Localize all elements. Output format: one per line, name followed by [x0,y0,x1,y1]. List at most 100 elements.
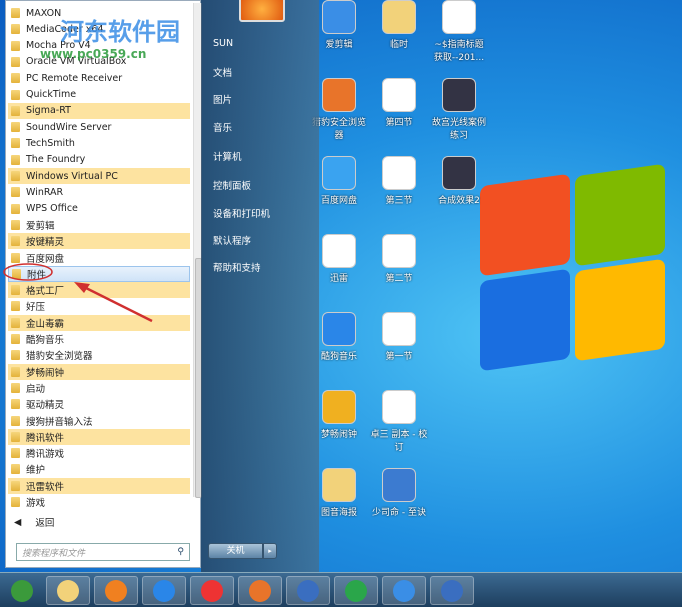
media-player-icon [105,579,127,602]
program-folder[interactable]: 腾讯软件 [8,428,190,445]
chrome-taskbar-button[interactable] [190,576,234,605]
watermark-name: 河东软件园 [60,18,180,46]
start-menu-link[interactable]: SUN [213,38,233,49]
program-folder[interactable]: 搜狗拼音输入法 [8,413,190,429]
start-menu-link[interactable]: 控制面板 [213,178,251,192]
program-folder[interactable]: 启动 [8,380,190,396]
program-folder[interactable]: The Foundry [8,152,190,168]
desktop-icon[interactable]: ~$指南标题获取--201... [430,0,488,63]
app-icon [322,0,356,34]
app-icon [382,234,416,268]
desktop-icon[interactable]: 合成效果2 [430,156,488,206]
wps-icon [441,579,463,602]
search-input[interactable]: 搜索程序和文件 ⚲ [16,543,190,561]
program-folder[interactable]: 爱剪辑 [8,217,190,233]
desktop-icon[interactable]: 第二节 [370,234,428,284]
search-icon: ⚲ [177,547,184,557]
app-icon [382,390,416,424]
folder-icon [11,187,20,198]
app-icon [442,156,476,190]
liebao-taskbar-button[interactable] [238,576,282,605]
app-icon [322,312,356,346]
shutdown-button[interactable]: 关机 [208,543,263,559]
folder-icon [11,203,20,214]
program-folder[interactable]: SoundWire Server [8,119,190,135]
kugou-taskbar-button[interactable] [142,576,186,605]
app-icon [382,156,416,190]
program-folder[interactable]: 按键精灵 [8,233,190,250]
desktop-icon[interactable]: 第一节 [370,312,428,362]
watermark-url: www.pc0359.cn [40,47,147,61]
folder-icon [11,122,20,133]
media-player-taskbar-button[interactable] [94,576,138,605]
program-folder[interactable]: 游戏 [8,494,190,510]
app-icon [382,468,416,502]
folder-icon [11,138,20,149]
start-menu-link[interactable]: 帮助和支持 [213,260,261,274]
app-icon [322,156,356,190]
desktop-icon[interactable]: 第四节 [370,78,428,128]
app-icon [442,0,476,34]
explorer-taskbar-button[interactable] [46,576,90,605]
aijianji-taskbar-button[interactable] [382,576,426,605]
start-menu-link[interactable]: 计算机 [213,149,242,163]
program-folder[interactable]: 腾讯游戏 [8,445,190,461]
app-icon [382,78,416,112]
folder-icon [11,350,20,361]
shutdown-options-arrow[interactable]: ▸ [263,543,277,559]
app-icon [322,390,356,424]
start-menu-link[interactable]: 图片 [213,92,232,106]
user-picture[interactable] [239,0,285,22]
wps-sheet-taskbar-button[interactable] [334,576,378,605]
program-folder[interactable]: TechSmith [8,135,190,151]
back-button[interactable]: ◀ 返回 [8,514,190,530]
app-icon [322,234,356,268]
program-folder[interactable]: 迅雷软件 [8,477,190,494]
program-folder[interactable]: WPS Office [8,201,190,217]
wps-taskbar-button[interactable] [430,576,474,605]
wps-writer-taskbar-button[interactable] [286,576,330,605]
desktop-icon[interactable]: 第三节 [370,156,428,206]
program-folder[interactable]: Sigma-RT [8,102,190,119]
folder-icon [11,464,20,475]
program-folder[interactable]: 维护 [8,461,190,477]
start-menu-link[interactable]: 音乐 [213,120,232,134]
start-menu-link[interactable]: 文档 [213,65,232,79]
program-folder[interactable]: QuickTime [8,87,190,103]
liebao-icon [249,579,271,602]
program-folder[interactable]: 梦畅闹钟 [8,363,190,380]
folder-icon [11,105,20,116]
chrome-icon [201,579,223,602]
program-folder[interactable]: PC Remote Receiver [8,70,190,86]
folder-icon [11,73,20,84]
kugou-icon [153,579,175,602]
windows-logo [470,163,665,372]
explorer-icon [57,579,79,602]
app-icon [322,78,356,112]
program-folder[interactable]: WinRAR [8,184,190,200]
start-menu-right-pane: SUN 文档图片音乐计算机控制面板设备和打印机 默认程序帮助和支持 关机 ▸ [201,0,319,572]
desktop-icon[interactable]: 少司命 - 至诀 [370,468,428,518]
folder-icon [11,415,20,426]
start-taskbar-button[interactable] [2,576,42,605]
app-icon [382,312,416,346]
desktop-icon[interactable]: 临时 [370,0,428,50]
wps-writer-icon [297,579,319,602]
start-menu-link[interactable]: 默认程序 [213,233,251,247]
program-folder[interactable]: 酷狗音乐 [8,331,190,347]
folder-icon [11,171,20,181]
desktop-icon[interactable]: 故宫光线案例练习 [430,78,488,141]
watermark: 河东软件园 www.pc0359.cn [0,0,210,70]
program-folder[interactable]: 驱动精灵 [8,396,190,412]
back-arrow-icon: ◀ [14,516,22,528]
folder-icon [11,154,20,165]
app-icon [382,0,416,34]
start-menu-link[interactable]: 设备和打印机 [213,206,270,220]
aijianji-icon [393,579,415,602]
annotation-arrow [3,263,153,323]
desktop-icon[interactable]: 卓三 副本 - 校订 [370,390,428,453]
program-folder[interactable]: 猎豹安全浏览器 [8,347,190,363]
program-folder[interactable]: Windows Virtual PC [8,168,190,184]
folder-icon [11,366,20,377]
start-icon [11,579,33,602]
